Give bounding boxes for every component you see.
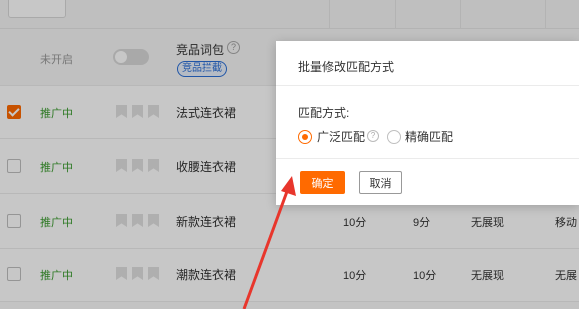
divider <box>276 158 579 159</box>
help-icon[interactable]: ? <box>367 130 379 142</box>
broad-match-label[interactable]: 广泛匹配 <box>317 128 365 145</box>
exact-match-label[interactable]: 精确匹配 <box>405 128 453 145</box>
dialog-title: 批量修改匹配方式 <box>298 60 395 74</box>
divider <box>276 85 579 86</box>
broad-match-radio[interactable] <box>298 130 312 144</box>
confirm-button[interactable]: 确定 <box>300 171 345 194</box>
exact-match-radio[interactable] <box>387 130 401 144</box>
match-type-label: 匹配方式: <box>298 106 350 120</box>
match-type-dialog: 批量修改匹配方式 匹配方式: 广泛匹配 ? 精确匹配 确定 取消 <box>276 41 579 205</box>
cancel-button[interactable]: 取消 <box>359 171 402 194</box>
